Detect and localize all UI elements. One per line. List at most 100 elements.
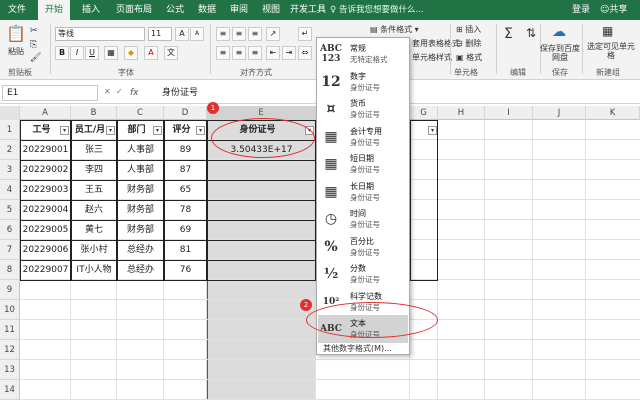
cell-style-button[interactable]: 单元格样式 [412,52,452,63]
enter-icon[interactable]: ✓ [116,87,123,96]
orientation-icon[interactable]: ↗ [266,27,280,41]
format-item-time[interactable]: ◷ 时间 身份证号 [318,205,408,233]
tab-data[interactable]: 数据 [192,0,222,20]
format-cells-button[interactable]: ▣ 格式 [456,52,482,63]
align-center-icon[interactable]: ≡ [232,46,246,60]
format-item-preview: 身份证号 [350,110,380,119]
font-size-select[interactable]: 11 [148,27,172,41]
table-border [20,240,316,241]
column-header-c[interactable]: C [117,106,164,120]
copy-icon[interactable]: ⎘ [30,40,37,50]
select-visible-icon[interactable]: ▦ [602,24,613,38]
align-right-icon[interactable]: ≡ [248,46,262,60]
row-header-11[interactable]: 11 [0,320,20,340]
autosum-icon[interactable]: Σ [504,26,513,42]
paste-icon[interactable]: 📋 [6,24,26,43]
format-painter-icon[interactable]: 🖌 [30,53,41,63]
column-header-a[interactable]: A [20,106,71,120]
table-format-button[interactable]: 套用表格格式 [412,38,460,49]
sort-filter-icon[interactable]: ⇅ [526,26,536,40]
row-header-10[interactable]: 10 [0,300,20,320]
tab-review[interactable]: 审阅 [224,0,254,20]
table-border [410,120,438,280]
indent-increase-icon[interactable]: ⇥ [282,46,296,60]
row-header-8[interactable]: 8 [0,260,20,280]
conditional-format-button[interactable]: ▤ 条件格式 ▾ [370,24,419,35]
font-name-select[interactable]: 等线 [55,27,145,41]
align-middle-icon[interactable]: ≡ [232,27,246,41]
format-item-fraction[interactable]: ½ 分数 身份证号 [318,260,408,288]
save-to-baidu-button[interactable]: 保存到百度网盘 [540,44,580,62]
format-item-general[interactable]: ABC 123 常规 无特定格式 [318,40,408,68]
more-number-formats-link[interactable]: 其他数字格式(M)... [323,343,392,354]
row-header-6[interactable]: 6 [0,220,20,240]
login-link[interactable]: 登录 [572,0,590,20]
row-header-4[interactable]: 4 [0,180,20,200]
row-header-13[interactable]: 13 [0,360,20,380]
wrap-text-icon[interactable]: ↵ [298,27,312,41]
column-header-i[interactable]: I [485,106,533,120]
delete-label: 删除 [465,39,482,48]
tab-formulas[interactable]: 公式 [160,0,190,20]
align-top-icon[interactable]: ≡ [216,27,230,41]
format-item-currency[interactable]: ¤ 货币 身份证号 [318,95,408,123]
merge-center-icon[interactable]: ⇔ [298,46,312,60]
table-border [20,180,316,181]
column-header-h[interactable]: H [438,106,485,120]
select-all-corner[interactable] [0,106,20,120]
format-item-preview: 身份证号 [350,82,380,92]
tab-page-layout[interactable]: 页面布局 [110,0,158,20]
format-item-number[interactable]: 12 数字 身份证号 [318,68,408,96]
tab-insert[interactable]: 插入 [76,0,106,20]
name-box[interactable]: E1 [2,85,98,101]
tab-file[interactable]: 文件 [2,0,32,20]
column-header-d[interactable]: D [164,106,207,120]
share-button[interactable]: ☺共享 [600,0,627,20]
row-header-1[interactable]: 1 [0,120,20,140]
insert-cells-button[interactable]: ⊞ 插入 [456,24,481,35]
row-header-12[interactable]: 12 [0,340,20,360]
row-header-2[interactable]: 2 [0,140,20,160]
phonetic-icon[interactable]: 文 [164,46,178,60]
format-item-long-date[interactable]: ▦ 长日期 身份证号 [318,178,408,206]
tab-developer[interactable]: 开发工具 [288,0,328,20]
fill-color-icon[interactable]: ◆ [124,46,138,60]
baidu-cloud-icon[interactable]: ☁ [552,24,566,40]
select-visible-cells-button[interactable]: 选定可见单元格 [586,42,636,60]
indent-icon[interactable]: ⇤ [266,46,280,60]
delete-cells-button[interactable]: ⊟ 删除 [456,38,481,49]
paste-label[interactable]: 粘贴 [8,46,24,57]
column-header-g[interactable]: G [410,106,438,120]
row-header-9[interactable]: 9 [0,280,20,300]
tab-home[interactable]: 开始 [38,0,70,20]
format-item-accounting[interactable]: ▦ 会计专用 身份证号 [318,123,408,151]
chevron-down-icon: ▾ [412,25,419,34]
align-left-icon[interactable]: ≡ [216,46,230,60]
font-color-icon[interactable]: A [144,46,158,60]
format-item-short-date[interactable]: ▦ 短日期 身份证号 [318,150,408,178]
column-header-b[interactable]: B [71,106,117,120]
italic-button[interactable]: I [70,46,84,60]
shrink-font-button[interactable]: A [190,27,204,41]
bold-button[interactable]: B [55,46,69,60]
format-icon: ▣ [456,53,467,62]
grow-font-button[interactable]: A [175,27,189,41]
format-item-name: 会计专用 [350,126,382,136]
border-icon[interactable]: ▦ [104,46,118,60]
cancel-icon[interactable]: ✕ [104,87,111,96]
column-header-k[interactable]: K [586,106,640,120]
table-border [20,200,316,201]
format-item-percentage[interactable]: % 百分比 身份证号 [318,233,408,261]
tab-view[interactable]: 视图 [256,0,286,20]
column-header-j[interactable]: J [533,106,586,120]
row-header-5[interactable]: 5 [0,200,20,220]
insert-function-button[interactable]: fx [130,85,139,101]
tell-me-search[interactable]: ♀ 告诉我您想要做什么... [330,0,424,20]
underline-button[interactable]: U [85,46,99,60]
row-header-7[interactable]: 7 [0,240,20,260]
row-header-14[interactable]: 14 [0,380,20,400]
align-bottom-icon[interactable]: ≡ [248,27,262,41]
formula-input[interactable]: 身份证号 [162,85,198,101]
cut-icon[interactable]: ✂ [30,26,38,36]
row-header-3[interactable]: 3 [0,160,20,180]
